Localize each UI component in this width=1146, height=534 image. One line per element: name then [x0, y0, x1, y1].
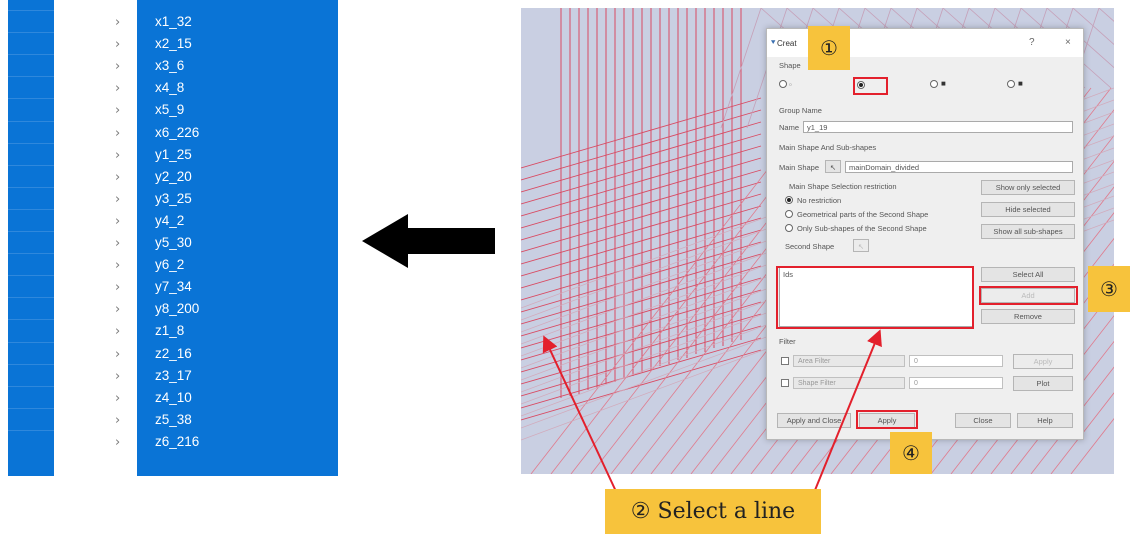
arrow-to-line	[542, 335, 621, 501]
step-badge-1: ①	[808, 26, 850, 70]
annotation-arrows	[542, 329, 882, 501]
select-line-callout: ② Select a line	[605, 489, 821, 534]
arrow-to-ids-list	[810, 329, 882, 501]
step-badge-4: ④	[890, 432, 932, 474]
step-badge-3: ③	[1088, 266, 1130, 312]
